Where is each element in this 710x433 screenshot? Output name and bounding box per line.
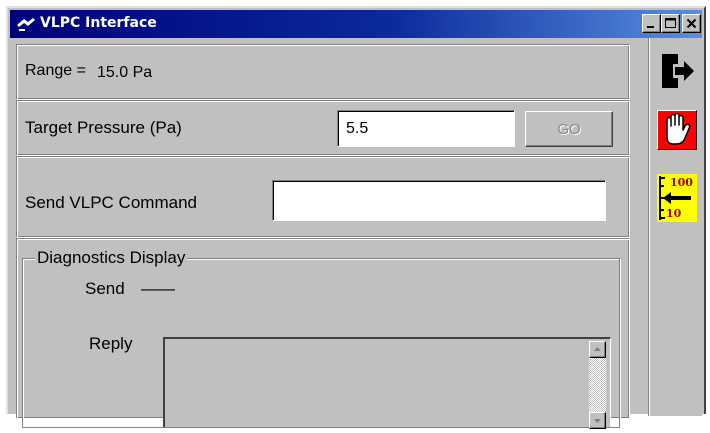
send-label: Send <box>85 279 125 298</box>
stop-button[interactable] <box>657 110 697 150</box>
range-top-label: 100 <box>670 176 693 189</box>
send-value: —— <box>141 279 175 298</box>
minimize-button[interactable] <box>642 14 661 33</box>
reply-scrollbar[interactable] <box>589 341 606 429</box>
go-button[interactable]: GO <box>525 111 613 147</box>
exit-button[interactable] <box>658 52 696 90</box>
scroll-up-button[interactable] <box>589 341 606 358</box>
command-panel: Send VLPC Command <box>16 156 630 238</box>
range-panel: Range = 15.0 Pa <box>16 44 630 100</box>
close-icon <box>686 18 697 29</box>
maximize-button[interactable] <box>661 14 680 33</box>
right-toolbar: 100 10 <box>648 38 702 416</box>
signal-icon <box>17 18 35 31</box>
range-label: Range = <box>25 62 86 79</box>
minimize-icon <box>647 26 654 28</box>
arrow-down-icon <box>594 419 601 423</box>
stop-hand-icon <box>666 112 691 145</box>
send-command-input[interactable] <box>272 180 606 221</box>
reply-label: Reply <box>89 334 133 353</box>
close-button[interactable] <box>682 14 701 33</box>
title-bar[interactable]: VLPC Interface <box>10 10 702 38</box>
exit-icon <box>662 54 694 88</box>
range-select-icon: 100 10 <box>659 176 693 220</box>
range-bottom-label: 10 <box>666 207 682 220</box>
send-command-label: Send VLPC Command <box>25 193 197 212</box>
target-pressure-input[interactable] <box>337 110 515 147</box>
range-select-button[interactable]: 100 10 <box>657 174 697 222</box>
scroll-down-button[interactable] <box>589 412 606 429</box>
range-value: 15.0 Pa <box>97 64 153 81</box>
maximize-icon <box>665 18 676 28</box>
target-panel: Target Pressure (Pa) GO <box>16 100 630 156</box>
scroll-track[interactable] <box>589 358 606 412</box>
diagnostics-groupbox: Diagnostics Display Send —— Reply <box>22 248 620 429</box>
app-window: VLPC Interface Range = 15.0 Pa Target Pr… <box>6 6 706 429</box>
arrow-up-icon <box>594 347 601 351</box>
target-pressure-label: Target Pressure (Pa) <box>25 118 182 137</box>
window-title: VLPC Interface <box>40 15 157 31</box>
diagnostics-legend: Diagnostics Display <box>35 248 188 268</box>
